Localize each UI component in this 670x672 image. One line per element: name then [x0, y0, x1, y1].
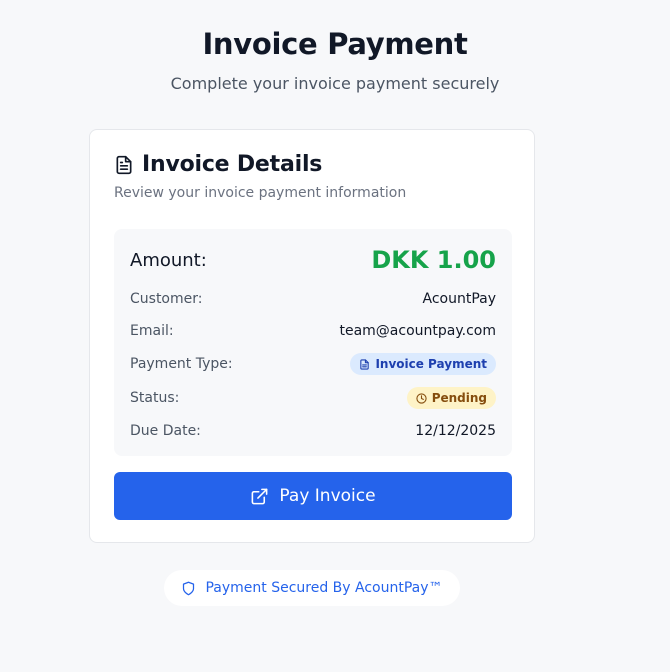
status-row: Status: Pending — [130, 386, 496, 410]
invoice-details-card: Invoice Details Review your invoice paym… — [89, 129, 535, 543]
email-label: Email: — [130, 323, 174, 339]
clock-icon — [416, 392, 432, 404]
amount-value: DKK 1.00 — [371, 246, 496, 274]
status-value: Pending — [431, 391, 487, 405]
card-title: Invoice Details — [142, 152, 323, 177]
status-badge: Pending — [406, 387, 496, 409]
security-notice-label: Payment Secured By AcountPay™ — [205, 580, 443, 596]
payment-type-row: Payment Type: Invoice Payment — [130, 352, 496, 376]
email-value: team@acountpay.com — [339, 323, 496, 339]
status-label: Status: — [130, 390, 180, 406]
customer-label: Customer: — [130, 291, 203, 307]
pay-invoice-label: Pay Invoice — [279, 486, 376, 506]
card-description: Review your invoice payment information — [114, 185, 407, 201]
amount-label: Amount: — [130, 249, 207, 271]
external-link-icon — [250, 487, 279, 506]
page-title: Invoice Payment — [202, 27, 468, 61]
pay-invoice-button[interactable]: Pay Invoice — [114, 472, 512, 520]
payment-type-value: Invoice Payment — [375, 357, 487, 371]
card-header: Invoice Details — [114, 152, 322, 177]
page-subtitle: Complete your invoice payment securely — [170, 74, 500, 93]
due-date-row: Due Date: 12/12/2025 — [130, 420, 496, 442]
customer-value: AcountPay — [422, 291, 496, 307]
amount-row: Amount: DKK 1.00 — [130, 245, 496, 275]
due-date-value: 12/12/2025 — [415, 423, 496, 439]
customer-row: Customer: AcountPay — [130, 288, 496, 310]
document-small-icon — [359, 358, 375, 370]
security-notice: Payment Secured By AcountPay™ — [164, 570, 460, 606]
payment-type-label: Payment Type: — [130, 356, 233, 372]
due-date-label: Due Date: — [130, 423, 201, 439]
email-row: Email: team@acountpay.com — [130, 320, 496, 342]
shield-icon — [181, 581, 205, 596]
invoice-summary: Amount: DKK 1.00 Customer: AcountPay Ema… — [114, 229, 512, 456]
document-icon — [114, 155, 134, 175]
payment-type-badge: Invoice Payment — [350, 353, 496, 375]
